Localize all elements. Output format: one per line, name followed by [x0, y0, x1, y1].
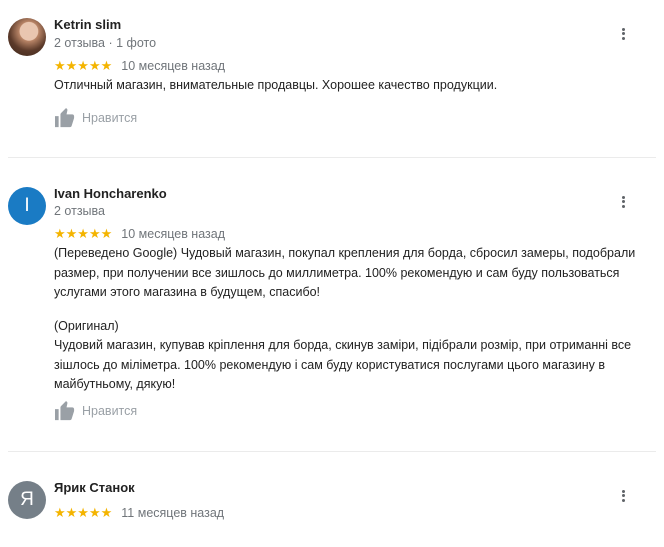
thumbs-up-icon	[55, 108, 75, 128]
divider	[8, 157, 656, 158]
like-button[interactable]: Нравится	[54, 401, 137, 421]
avatar-letter: I	[24, 195, 30, 216]
rating-row: ★★★★★ 11 месяцев назад	[54, 505, 224, 521]
review-author[interactable]: Ivan Honcharenko	[54, 186, 167, 201]
review-original-label: (Оригинал)	[54, 319, 119, 333]
review-date: 10 месяцев назад	[121, 227, 225, 241]
like-label: Нравится	[82, 111, 138, 125]
star-rating: ★★★★★	[54, 226, 113, 241]
rating-row: ★★★★★ 10 месяцев назад	[54, 58, 225, 74]
star-rating: ★★★★★	[54, 505, 113, 520]
avatar[interactable]: I	[8, 187, 46, 225]
review-text-original: Чудовий магазин, купував кріплення для б…	[54, 338, 635, 391]
review-text: Отличный магазин, внимательные продавцы.…	[54, 78, 498, 92]
review-author-meta[interactable]: 2 отзыва	[54, 204, 105, 218]
review-author[interactable]: Ketrin slim	[54, 17, 121, 32]
star-rating: ★★★★★	[54, 58, 113, 73]
rating-row: ★★★★★ 10 месяцев назад	[54, 226, 225, 242]
more-vert-icon[interactable]	[618, 488, 628, 504]
review-author[interactable]: Ярик Станок	[54, 480, 135, 495]
review-author-meta[interactable]: 2 отзыва · 1 фото	[54, 36, 156, 50]
review-date: 11 месяцев назад	[121, 506, 225, 520]
avatar[interactable]: Я	[8, 481, 46, 519]
review-date: 10 месяцев назад	[121, 59, 225, 73]
like-button[interactable]: Нравится	[54, 108, 137, 128]
more-vert-icon[interactable]	[618, 26, 628, 42]
divider	[8, 451, 656, 452]
like-label: Нравится	[82, 404, 138, 418]
more-vert-icon[interactable]	[618, 194, 628, 210]
avatar[interactable]	[8, 18, 46, 56]
thumbs-up-icon	[55, 401, 75, 421]
review-text-translated: (Переведено Google) Чудовый магазин, пок…	[54, 246, 639, 299]
avatar-letter: Я	[20, 489, 34, 510]
